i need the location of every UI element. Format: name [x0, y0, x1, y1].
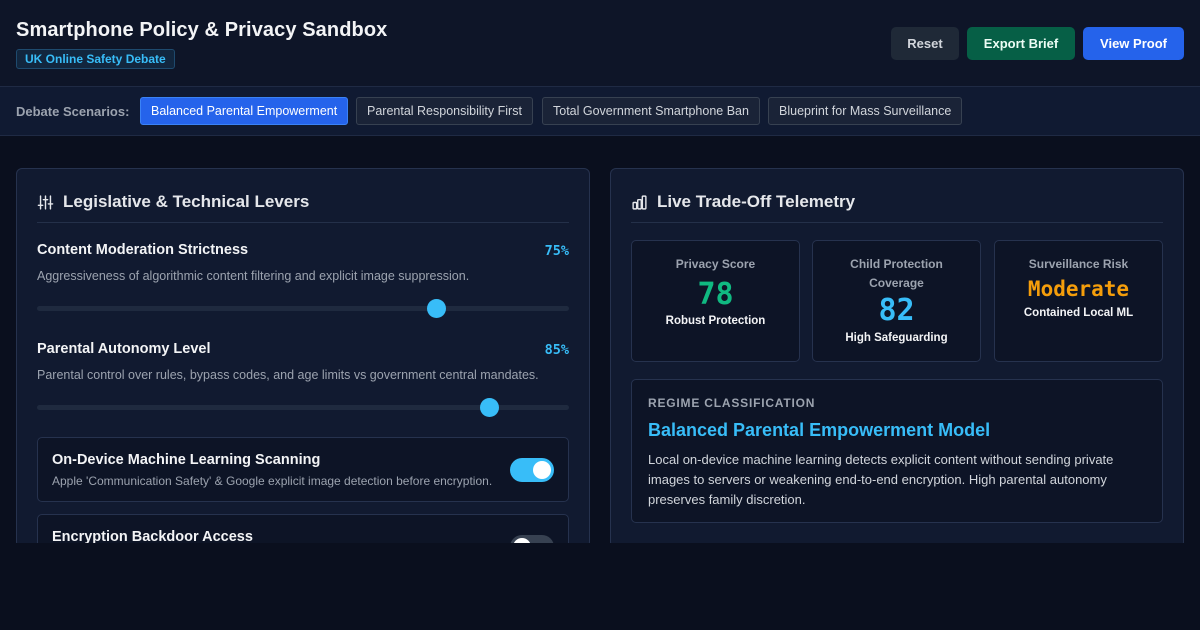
autonomy-description: Parental control over rules, bypass code…: [37, 368, 539, 382]
on-device-scanning-card: On-Device Machine Learning Scanning Appl…: [37, 437, 569, 502]
child-protection-card: Child Protection Coverage 82 High Safegu…: [812, 240, 981, 362]
telemetry-panel-title: Live Trade-Off Telemetry: [657, 192, 856, 211]
debate-badge: UK Online Safety Debate: [16, 49, 175, 69]
regime-label: REGIME CLASSIFICATION: [648, 396, 816, 410]
scenario-chip-balanced[interactable]: Balanced Parental Empowerment: [140, 97, 349, 125]
levers-divider: [37, 222, 569, 223]
regime-classification-card: REGIME CLASSIFICATION Balanced Parental …: [631, 379, 1163, 523]
app-header: Smartphone Policy & Privacy Sandbox UK O…: [0, 0, 1200, 87]
autonomy-slider[interactable]: [37, 398, 569, 417]
page-background-band: [0, 543, 1200, 630]
surveillance-risk-label: Surveillance Risk: [1028, 257, 1129, 271]
sliders-icon: [37, 195, 54, 210]
privacy-score-card: Privacy Score 78 Robust Protection: [631, 240, 800, 362]
telemetry-panel: Live Trade-Off Telemetry Privacy Score 7…: [610, 168, 1184, 548]
on-device-scanning-description: Apple 'Communication Safety' & Google ex…: [52, 474, 493, 488]
levers-panel: Legislative & Technical Levers Content M…: [16, 168, 590, 548]
regime-title: Balanced Parental Empowerment Model: [648, 420, 991, 440]
surveillance-risk-card: Surveillance Risk Moderate Contained Loc…: [994, 240, 1163, 362]
privacy-score-label: Privacy Score: [675, 257, 756, 271]
moderation-description: Aggressiveness of algorithmic content fi…: [37, 269, 470, 283]
autonomy-title: Parental Autonomy Level: [37, 341, 211, 357]
view-proof-button[interactable]: View Proof: [1083, 27, 1184, 60]
on-device-scanning-title: On-Device Machine Learning Scanning: [52, 452, 321, 468]
scenario-chip-surveillance[interactable]: Blueprint for Mass Surveillance: [768, 97, 963, 125]
scenario-chip-ban[interactable]: Total Government Smartphone Ban: [542, 97, 760, 125]
telemetry-divider: [631, 222, 1163, 223]
bar-chart-icon: [632, 195, 647, 210]
child-protection-label: Child Protection Coverage: [850, 257, 943, 290]
moderation-value: 75%: [544, 243, 569, 259]
scenario-label: Debate Scenarios:: [16, 104, 130, 119]
on-device-scanning-toggle[interactable]: [510, 458, 554, 482]
child-protection-sub: High Safeguarding: [845, 332, 948, 344]
surveillance-risk-sub: Contained Local ML: [1023, 307, 1134, 319]
toggle-knob: [533, 461, 551, 479]
app-title: Smartphone Policy & Privacy Sandbox: [16, 19, 388, 41]
child-protection-value: 82: [878, 293, 915, 328]
autonomy-slider-thumb[interactable]: [480, 398, 500, 417]
scenario-chip-parental[interactable]: Parental Responsibility First: [356, 97, 533, 125]
moderation-title: Content Moderation Strictness: [37, 242, 249, 258]
surveillance-risk-value: Moderate: [1027, 277, 1130, 301]
privacy-score-sub: Robust Protection: [665, 315, 766, 327]
scenario-bar: Debate Scenarios: Balanced Parental Empo…: [0, 87, 1200, 136]
moderation-slider[interactable]: [37, 299, 569, 318]
regime-description: Local on-device machine learning detects…: [648, 452, 1114, 507]
levers-panel-title: Legislative & Technical Levers: [63, 192, 310, 211]
export-brief-button[interactable]: Export Brief: [967, 27, 1075, 60]
autonomy-value: 85%: [544, 342, 569, 358]
reset-button[interactable]: Reset: [891, 27, 959, 60]
moderation-slider-thumb[interactable]: [427, 299, 446, 318]
privacy-score-value: 78: [697, 277, 734, 312]
